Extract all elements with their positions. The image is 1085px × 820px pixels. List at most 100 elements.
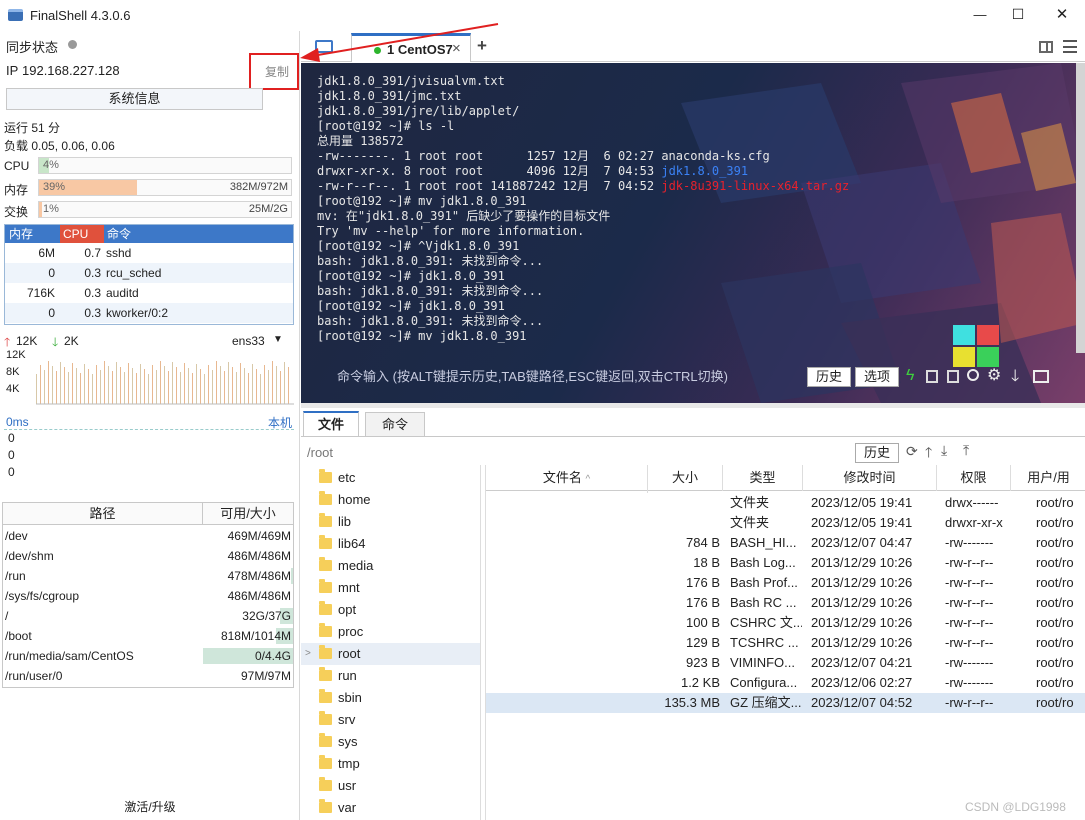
ping-label: 0ms	[6, 415, 29, 429]
disk-header-size[interactable]: 可用/大小	[203, 503, 293, 525]
tab-files[interactable]: 文件	[303, 411, 359, 437]
tree-item[interactable]: run	[319, 665, 357, 687]
tree-item[interactable]: lib	[319, 511, 351, 533]
col-mtime[interactable]: 修改时间	[803, 465, 937, 491]
file-size: 923 B	[686, 655, 720, 670]
tree-item[interactable]: home	[319, 489, 371, 511]
tree-item[interactable]: lib64	[319, 533, 365, 555]
lightning-icon[interactable]: ϟ	[906, 367, 914, 385]
process-row[interactable]: 716K 0.3 auditd	[5, 283, 293, 303]
command-input[interactable]: 命令输入 (按ALT键提示历史,TAB键路径,ESC键返回,双击CTRL切换)	[321, 363, 801, 391]
file-row[interactable]: .config文件夹2023/12/05 19:41drwxr-xr-xroot…	[486, 513, 1085, 533]
file-row[interactable]: .bashrc176 BBash RC ...2013/12/29 10:26-…	[486, 593, 1085, 613]
tree-item[interactable]: usr	[319, 775, 356, 797]
tree-item[interactable]: sbin	[319, 687, 362, 709]
layout-grid-icon[interactable]	[1039, 41, 1053, 53]
tree-item[interactable]: tmp	[319, 753, 360, 775]
file-row[interactable]: anaconda-ks.cfg1.2 KBConfigura...2023/12…	[486, 673, 1085, 693]
tree-item[interactable]: > root	[301, 643, 480, 665]
command-options-button[interactable]: 选项	[855, 367, 899, 387]
session-tab[interactable]: 1 CentOS7 ×	[351, 33, 471, 62]
folder-open-icon[interactable]	[315, 40, 333, 53]
proc-header-cpu[interactable]: CPU	[60, 225, 104, 243]
path-input[interactable]: /root	[307, 443, 847, 463]
session-tab-close-icon[interactable]: ×	[452, 40, 461, 57]
proc-header-mem[interactable]: 内存	[9, 225, 33, 243]
disk-row[interactable]: /sys/fs/cgroup 486M/486M	[3, 586, 293, 606]
tree-item[interactable]: sys	[319, 731, 358, 753]
disk-row[interactable]: /dev/shm 486M/486M	[3, 546, 293, 566]
tree-item[interactable]: etc	[319, 467, 355, 489]
path-history-button[interactable]: 历史	[855, 443, 899, 463]
col-type[interactable]: 类型	[723, 465, 803, 491]
file-row[interactable]: .bash_history784 BBASH_HI...2023/12/07 0…	[486, 533, 1085, 553]
close-button[interactable]: ✕	[1040, 0, 1084, 31]
disk-row[interactable]: /boot 818M/1014M	[3, 626, 293, 646]
file-row[interactable]: .cshrc100 BCSHRC 文...2013/12/29 10:26-rw…	[486, 613, 1085, 633]
disk-row[interactable]: /run/media/sam/CentOS 0/4.4G	[3, 646, 293, 666]
process-row[interactable]: 0 0.3 kworker/0:2	[5, 303, 293, 323]
file-row[interactable]: .bash_logout18 BBash Log...2013/12/29 10…	[486, 553, 1085, 573]
process-row[interactable]: 0 0.3 rcu_sched	[5, 263, 293, 283]
maximize-button[interactable]: ☐	[998, 0, 1038, 31]
upload-icon[interactable]: ⤒	[963, 442, 969, 459]
tree-item[interactable]: srv	[319, 709, 355, 731]
add-tab-button[interactable]: +	[477, 36, 487, 56]
disk-table: 路径 可用/大小 /dev 469M/469M/dev/shm 486M/486M /…	[2, 502, 294, 688]
col-size[interactable]: 大小	[648, 465, 723, 491]
splitter[interactable]	[301, 403, 1085, 408]
download-arrow-icon[interactable]: 🡓	[1011, 365, 1019, 392]
up-dir-icon[interactable]: 🡑	[925, 442, 932, 466]
tree-item[interactable]: proc	[319, 621, 363, 643]
cpu-label: CPU	[4, 159, 30, 173]
disk-row[interactable]: / 32G/37G	[3, 606, 293, 626]
col-user[interactable]: 用户/用	[1011, 465, 1085, 491]
file-row[interactable]: .cache文件夹2023/12/05 19:41drwx------root/…	[486, 493, 1085, 513]
terminal-scrollbar[interactable]	[1076, 63, 1085, 353]
activate-upgrade-link[interactable]: 激活/升级	[0, 798, 300, 815]
tree-item[interactable]: opt	[319, 599, 356, 621]
disk-row[interactable]: /dev 469M/469M	[3, 526, 293, 546]
fullscreen-icon[interactable]	[1033, 370, 1049, 383]
col-perm[interactable]: 权限	[937, 465, 1011, 491]
disk-row[interactable]: /run/user/0 97M/97M	[3, 666, 293, 686]
disk-header-path[interactable]: 路径	[3, 503, 203, 525]
file-row[interactable]: jdk-8u391-linux-x6...135.3 MBGZ 压缩文...20…	[486, 693, 1085, 713]
file-perm: -rw-r--r--	[945, 595, 994, 610]
tab-commands[interactable]: 命令	[365, 412, 425, 437]
net-bar	[100, 370, 101, 404]
minimize-button[interactable]: —	[960, 0, 1000, 31]
file-row[interactable]: .bash_profile176 BBash Prof...2013/12/29…	[486, 573, 1085, 593]
command-history-button[interactable]: 历史	[807, 367, 851, 387]
file-row[interactable]: .viminfo923 BVIMINFO...2023/12/07 04:21-…	[486, 653, 1085, 673]
file-row[interactable]: .tcshrc129 BTCSHRC ...2013/12/29 10:26-r…	[486, 633, 1085, 653]
chevron-down-icon[interactable]: ▼	[273, 334, 283, 345]
process-row[interactable]: 6M 0.7 sshd	[5, 243, 293, 263]
chevron-right-icon[interactable]: >	[305, 643, 311, 665]
session-status-dot-icon	[374, 47, 381, 54]
terminal[interactable]: jdk1.8.0_391/jvisualvm.txt jdk1.8.0_391/j…	[301, 63, 1085, 403]
tree-item[interactable]: media	[319, 555, 373, 577]
net-bar	[176, 367, 177, 404]
download-icon[interactable]: ⤓	[941, 442, 947, 459]
refresh-icon[interactable]: ⟳	[906, 443, 918, 460]
tree-item[interactable]: var	[319, 797, 356, 819]
tree-item-label: opt	[338, 602, 357, 617]
paste-icon[interactable]	[947, 370, 959, 383]
gear-icon[interactable]: ⚙	[987, 365, 1001, 385]
mem-detail: 382M/972M	[229, 181, 288, 193]
disk-row[interactable]: /run 478M/486M	[3, 566, 293, 586]
terminal-line-text: [root@192 ~]# jdk1.8.0_391	[317, 299, 505, 313]
col-name[interactable]: 文件名 ^	[486, 465, 648, 493]
system-info-button[interactable]: 系统信息	[6, 88, 263, 110]
net-bar	[280, 371, 281, 404]
tree-item[interactable]: mnt	[319, 577, 360, 599]
search-icon[interactable]	[967, 369, 979, 381]
file-perm: -rw-r--r--	[945, 635, 994, 650]
net-interface-select[interactable]: ens33	[232, 334, 265, 348]
copy-icon[interactable]	[926, 370, 938, 383]
proc-header-cmd[interactable]: 命令	[107, 225, 131, 243]
sync-status-dot-icon	[68, 40, 77, 49]
menu-icon[interactable]	[1063, 40, 1077, 53]
ping-chart: 0 0 0	[4, 429, 294, 481]
